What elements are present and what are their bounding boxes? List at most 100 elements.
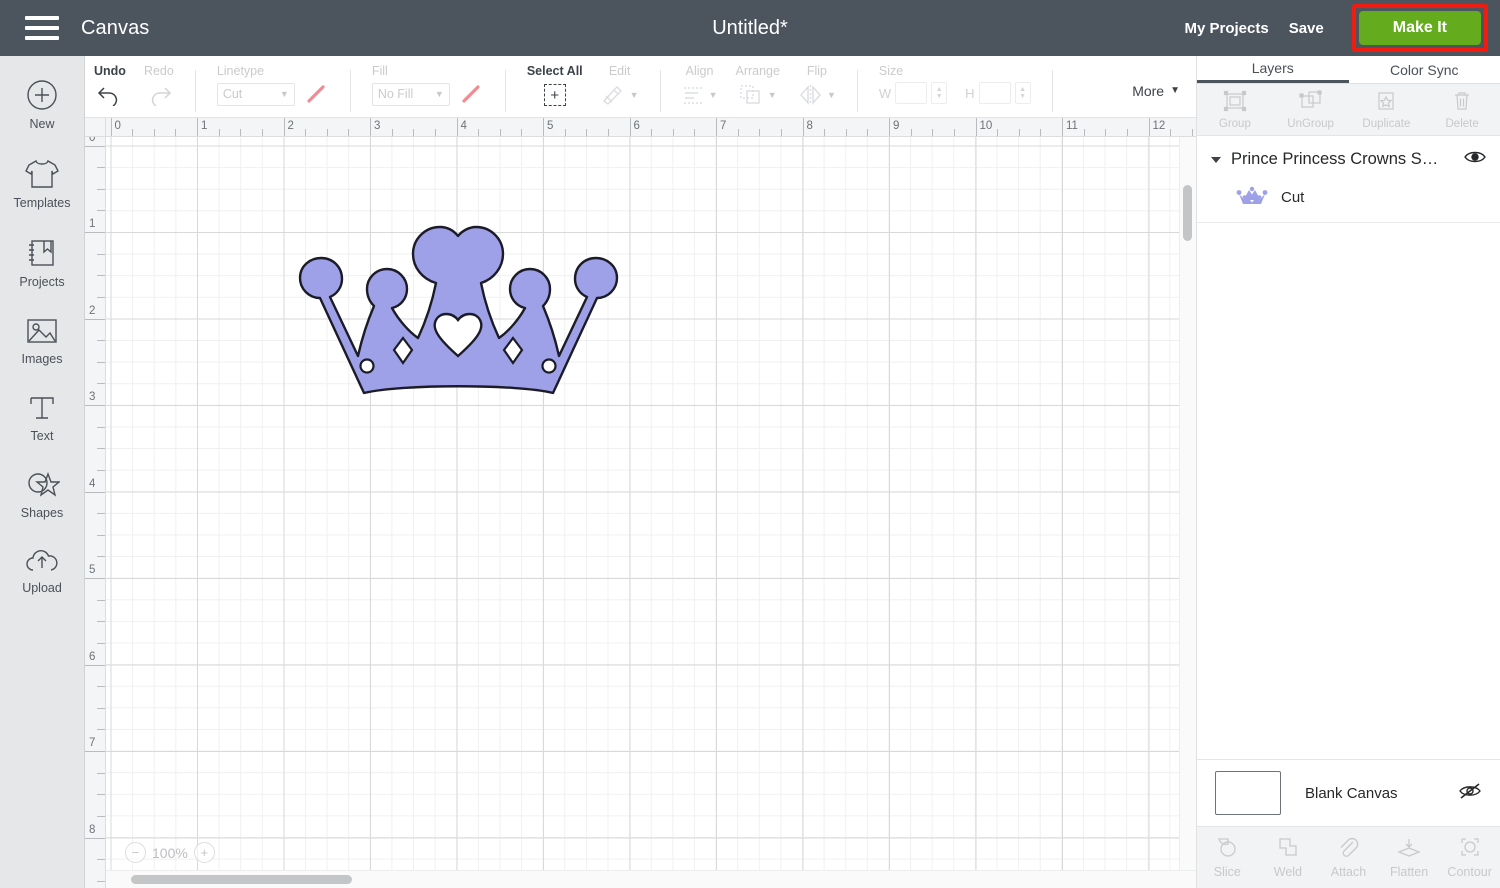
height-stepper[interactable]: ▲ ▼ — [1014, 82, 1031, 104]
sidebar-item-text[interactable]: Text — [0, 392, 85, 443]
design-canvas[interactable]: 0 1 2 3 4 5 6 7 8 9 10 11 12 012345678 − 100% + — [85, 118, 1196, 888]
ruler-tick-minor — [521, 129, 523, 136]
paperclip-icon — [1337, 836, 1359, 863]
fill-color-swatch[interactable] — [458, 82, 484, 106]
tab-color-sync[interactable]: Color Sync — [1348, 56, 1500, 83]
ruler-tick-minor — [1191, 129, 1193, 136]
linetype-value: Cut — [222, 87, 243, 101]
fill-control[interactable]: Fill No Fill ▼ — [363, 64, 493, 106]
size-group: Size W ▲ ▼ H ▲ ▼ — [870, 64, 1040, 138]
width-stepper[interactable]: ▲ ▼ — [931, 82, 948, 104]
linetype-control[interactable]: Linetype Cut ▼ — [208, 64, 338, 106]
ruler-tick-minor — [97, 859, 105, 861]
ruler-tick-minor — [867, 129, 869, 136]
tab-layers[interactable]: Layers — [1197, 56, 1349, 83]
header-canvas-label: Canvas — [81, 16, 150, 39]
horizontal-scrollbar-thumb[interactable] — [131, 875, 352, 884]
undo-icon — [96, 82, 124, 108]
contour-button[interactable]: Contour — [1439, 836, 1500, 879]
sidebar-item-new[interactable]: New — [0, 78, 85, 131]
arrange-button[interactable]: Arrange ▼ — [726, 64, 788, 108]
notebook-icon — [25, 236, 59, 270]
ruler-label: 12 — [1152, 120, 1166, 132]
chevron-down-icon: ▼ — [1170, 85, 1180, 96]
flip-button[interactable]: Flip ▼ — [789, 64, 845, 108]
ruler-label: 7 — [720, 120, 727, 132]
sidebar-item-projects[interactable]: Projects — [0, 236, 85, 289]
ruler-tick-minor — [97, 340, 105, 342]
crown-artwork[interactable] — [270, 188, 630, 423]
canvas-color-swatch[interactable] — [1215, 771, 1281, 815]
chevron-down-icon[interactable] — [1211, 156, 1221, 163]
ruler-tick-major — [1148, 118, 1150, 136]
blank-canvas-row[interactable]: Blank Canvas — [1197, 759, 1500, 826]
make-it-button[interactable]: Make It — [1358, 11, 1481, 45]
eye-slash-icon[interactable] — [1458, 782, 1482, 805]
ruler-tick-minor — [97, 383, 105, 385]
ruler-tick-major — [110, 118, 112, 136]
layer-group-row[interactable]: Prince Princess Crowns S… — [1197, 136, 1500, 180]
select-all-button[interactable]: Select All + — [518, 64, 592, 108]
layer-item-cut[interactable]: Cut — [1197, 180, 1500, 223]
fill-label: Fill — [371, 64, 388, 78]
ruler-tick-minor — [997, 129, 999, 136]
redo-button[interactable]: Redo — [135, 64, 183, 108]
size-label: Size — [878, 64, 904, 78]
ungroup-button[interactable]: UnGroup — [1273, 89, 1349, 130]
linetype-color-swatch[interactable] — [303, 82, 329, 106]
group-button[interactable]: Group — [1197, 90, 1273, 130]
horizontal-scrollbar-track[interactable] — [106, 870, 1196, 888]
ruler-tick-minor — [97, 167, 105, 169]
duplicate-button[interactable]: Duplicate — [1349, 90, 1425, 130]
chevron-down-icon: ▼ — [279, 89, 289, 99]
sidebar-item-templates[interactable]: Templates — [0, 157, 85, 210]
ruler-tick-major — [456, 118, 458, 136]
height-input[interactable] — [978, 82, 1011, 104]
save-button[interactable]: Save — [1279, 14, 1334, 43]
align-button[interactable]: Align ▼ — [673, 64, 727, 108]
width-input[interactable] — [895, 82, 928, 104]
text-t-icon — [25, 392, 59, 424]
ruler-tick-minor — [97, 361, 105, 363]
height-label: H — [965, 85, 975, 101]
sidebar-item-shapes[interactable]: Shapes — [0, 469, 85, 520]
sidebar-item-upload[interactable]: Upload — [0, 546, 85, 595]
vertical-ruler: 0 1 2 3 4 5 6 7 8 — [85, 137, 106, 888]
fill-group: Fill No Fill ▼ — [363, 64, 493, 110]
zoom-out-button[interactable]: − — [125, 842, 146, 863]
ruler-tick-minor — [1018, 129, 1020, 136]
trash-icon — [1451, 90, 1473, 117]
more-label: More — [1132, 82, 1165, 99]
delete-button[interactable]: Delete — [1424, 90, 1500, 130]
undo-button[interactable]: Undo — [85, 64, 135, 108]
arrange-label: Arrange — [735, 64, 780, 78]
edit-button[interactable]: Edit ▼ — [592, 64, 648, 108]
linetype-select[interactable]: Cut ▼ — [216, 82, 295, 106]
size-control: Size W ▲ ▼ H ▲ ▼ — [870, 64, 1040, 104]
attach-button[interactable]: Attach — [1318, 836, 1379, 879]
vertical-scrollbar-track[interactable] — [1179, 137, 1196, 870]
vertical-scrollbar-thumb[interactable] — [1183, 185, 1192, 241]
flatten-icon — [1396, 836, 1422, 863]
ruler-label: 5 — [547, 120, 554, 132]
ruler-tick-minor — [97, 556, 105, 558]
fill-select[interactable]: No Fill ▼ — [371, 82, 450, 106]
slice-button[interactable]: Slice — [1197, 836, 1258, 879]
eye-icon[interactable] — [1464, 149, 1486, 170]
app-header: Canvas Untitled* My Projects Save Make I… — [0, 0, 1500, 56]
flatten-button[interactable]: Flatten — [1379, 836, 1440, 879]
my-projects-link[interactable]: My Projects — [1175, 14, 1279, 43]
panel-tabs: Layers Color Sync — [1197, 56, 1500, 84]
duplicate-label: Duplicate — [1362, 117, 1411, 130]
ruler-tick-major — [975, 118, 977, 136]
weld-button[interactable]: Weld — [1258, 836, 1319, 879]
linetype-group: Linetype Cut ▼ — [208, 64, 338, 110]
ruler-tick-major — [889, 118, 890, 136]
blank-canvas-label: Blank Canvas — [1305, 784, 1398, 802]
sidebar-item-images[interactable]: Images — [0, 315, 85, 366]
duplicate-icon — [1374, 90, 1398, 117]
hamburger-icon[interactable] — [25, 16, 59, 40]
ruler-tick-major — [85, 491, 105, 493]
more-button[interactable]: More ▼ — [1132, 83, 1180, 99]
zoom-in-button[interactable]: + — [193, 842, 215, 863]
